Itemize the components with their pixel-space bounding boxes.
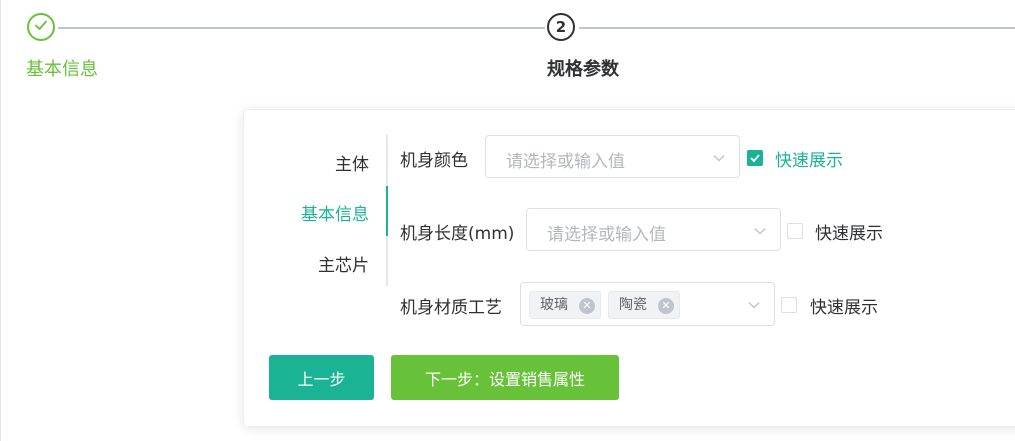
step-connector xyxy=(58,27,545,29)
tag-label: 玻璃 xyxy=(540,297,568,313)
check-icon xyxy=(33,17,49,37)
step-2-number: 2 xyxy=(555,18,567,36)
tabs-active-bar xyxy=(386,186,388,236)
body-material-label: 机身材质工艺 xyxy=(400,298,502,318)
quick-show-checkbox[interactable] xyxy=(747,150,763,166)
quick-show-label[interactable]: 快速展示 xyxy=(810,293,878,318)
select-placeholder: 请选择或输入值 xyxy=(506,152,625,172)
chevron-down-icon xyxy=(752,223,768,239)
tag-ceramic: 陶瓷 ✕ xyxy=(608,291,680,319)
chevron-down-icon xyxy=(711,150,727,166)
body-color-label: 机身颜色 xyxy=(400,151,468,171)
tab-main[interactable]: 主体 xyxy=(335,150,369,175)
quick-show-label[interactable]: 快速展示 xyxy=(815,219,883,244)
next-step-button[interactable]: 下一步：设置销售属性 xyxy=(391,355,619,400)
body-color-select[interactable]: 请选择或输入值 xyxy=(485,135,740,178)
body-length-label: 机身长度(mm) xyxy=(400,224,515,244)
tag-glass: 玻璃 ✕ xyxy=(529,291,601,319)
body-length-select[interactable]: 请选择或输入值 xyxy=(526,208,781,251)
close-icon[interactable]: ✕ xyxy=(579,298,595,314)
body-material-select[interactable]: 玻璃 ✕ 陶瓷 ✕ xyxy=(520,282,775,326)
check-icon xyxy=(748,151,762,165)
tab-main-chip[interactable]: 主芯片 xyxy=(318,251,369,276)
prev-step-button[interactable]: 上一步 xyxy=(269,355,374,400)
quick-show-label[interactable]: 快速展示 xyxy=(775,146,843,171)
form-card: 主体 基本信息 主芯片 机身颜色 请选择或输入值 快速展示 机身长度(mm) 请… xyxy=(243,109,1015,427)
tag-label: 陶瓷 xyxy=(619,297,647,313)
step-1-circle xyxy=(27,13,55,41)
close-icon[interactable]: ✕ xyxy=(658,298,674,314)
tab-basic-info[interactable]: 基本信息 xyxy=(301,200,369,225)
left-divider xyxy=(0,0,1,441)
chevron-down-icon xyxy=(746,297,762,313)
step-1-title: 基本信息 xyxy=(26,59,98,80)
select-placeholder: 请选择或输入值 xyxy=(547,225,666,245)
step-connector xyxy=(579,27,1015,29)
quick-show-checkbox[interactable] xyxy=(787,223,803,239)
step-2-title: 规格参数 xyxy=(547,59,619,80)
quick-show-checkbox[interactable] xyxy=(781,297,797,313)
step-2-circle: 2 xyxy=(547,13,575,41)
